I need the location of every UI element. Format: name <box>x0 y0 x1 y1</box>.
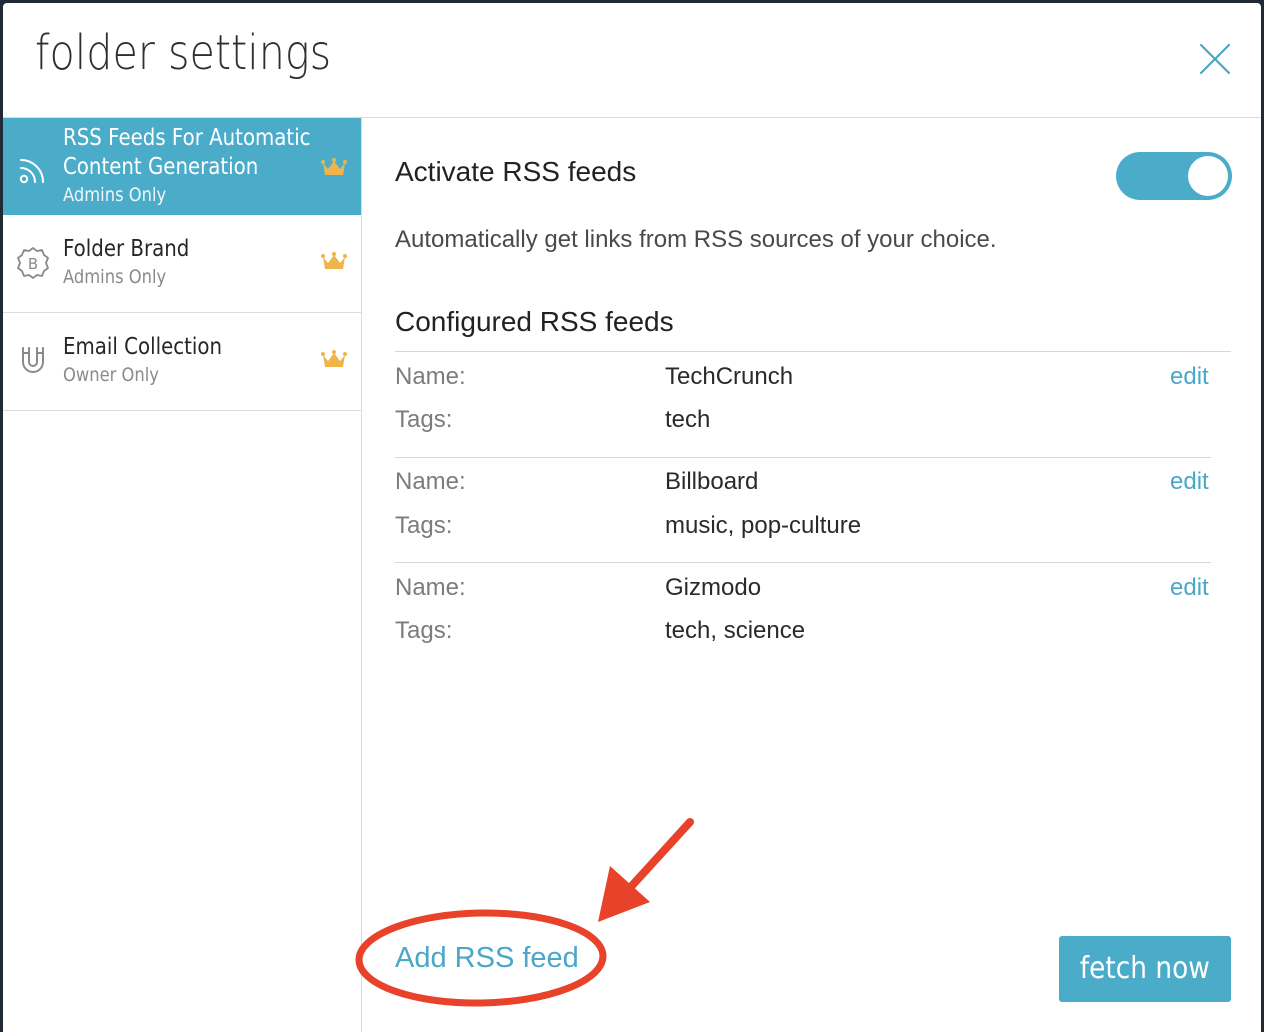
brand-badge-icon: B <box>17 247 49 279</box>
close-button[interactable] <box>1195 39 1235 79</box>
sidebar-item-subtitle: Admins Only <box>63 266 167 288</box>
add-rss-feed-link[interactable]: Add RSS feed <box>395 942 579 975</box>
rss-icon <box>19 159 44 184</box>
feed-tags-label: Tags: <box>395 406 453 433</box>
close-icon <box>1199 43 1231 75</box>
sidebar-item-subtitle: Admins Only <box>63 184 167 206</box>
feed-name-value: Billboard <box>665 468 759 495</box>
folder-settings-dialog: folder settings RSS Feeds For Automatic … <box>3 3 1261 1032</box>
feed-tags-label: Tags: <box>395 512 453 539</box>
sidebar-item-folder-brand[interactable]: B Folder Brand Admins Only <box>3 215 361 313</box>
dialog-header: folder settings <box>3 3 1261 118</box>
activate-rss-label: Activate RSS feeds <box>395 156 637 187</box>
feed-name-value: Gizmodo <box>665 574 762 601</box>
sidebar-item-text: Folder Brand Admins Only <box>63 235 189 290</box>
heading-divider <box>395 351 1231 352</box>
activate-rss-toggle[interactable] <box>1116 152 1232 200</box>
magnet-icon <box>22 347 44 373</box>
sidebar-item-email-collection[interactable]: Email Collection Owner Only <box>3 313 361 411</box>
sidebar-item-title-line1: RSS Feeds For Automatic <box>63 125 311 151</box>
toggle-knob <box>1188 156 1228 196</box>
feed-tags-label: Tags: <box>395 617 453 644</box>
configured-feeds-heading: Configured RSS feeds <box>395 306 674 337</box>
sidebar-item-title: Folder Brand <box>63 236 190 262</box>
feed-tags-value: music, pop-culture <box>665 512 862 539</box>
settings-main-panel: Activate RSS feeds Automatically get lin… <box>362 118 1261 1032</box>
edit-feed-link[interactable]: edit <box>1170 574 1209 602</box>
sidebar-item-text: RSS Feeds For Automatic Content Generati… <box>63 124 311 208</box>
fetch-now-button[interactable]: fetch now <box>1059 936 1231 1002</box>
feed-name-label: Name: <box>395 574 466 601</box>
sidebar-item-rss-feeds[interactable]: RSS Feeds For Automatic Content Generati… <box>3 118 361 215</box>
feed-divider <box>395 457 1211 458</box>
dialog-title: folder settings <box>35 25 332 81</box>
crown-icon <box>321 252 347 269</box>
sidebar-item-text: Email Collection Owner Only <box>63 333 222 388</box>
sidebar-item-subtitle: Owner Only <box>63 364 159 386</box>
fetch-now-label: fetch now <box>1079 951 1210 986</box>
feed-name-label: Name: <box>395 468 466 495</box>
rss-description: Automatically get links from RSS sources… <box>395 226 997 253</box>
feed-tags-value: tech <box>665 406 711 433</box>
sidebar-item-title: Email Collection <box>63 334 223 360</box>
feed-name-value: TechCrunch <box>665 363 794 390</box>
feed-name-label: Name: <box>395 363 466 390</box>
svg-text:B: B <box>28 255 38 273</box>
edit-feed-link[interactable]: edit <box>1170 468 1209 496</box>
feed-tags-value: tech, science <box>665 617 806 644</box>
sidebar-item-title-line2: Content Generation <box>63 154 259 180</box>
feed-divider <box>395 562 1211 563</box>
settings-sidebar: RSS Feeds For Automatic Content Generati… <box>3 118 362 1032</box>
crown-icon <box>321 158 347 175</box>
crown-icon <box>321 350 347 367</box>
edit-feed-link[interactable]: edit <box>1170 363 1209 391</box>
